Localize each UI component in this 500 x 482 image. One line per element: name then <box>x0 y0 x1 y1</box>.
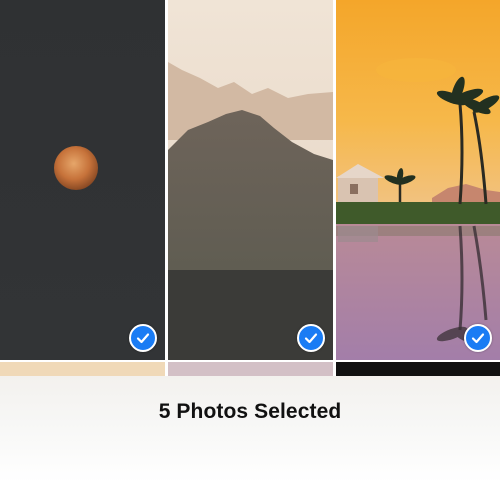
photo-thumbnail-partial[interactable] <box>0 362 165 376</box>
moon-photo <box>0 0 165 360</box>
selected-checkmark-icon[interactable] <box>129 324 157 352</box>
photo-grid <box>0 0 500 376</box>
selected-checkmark-icon[interactable] <box>464 324 492 352</box>
photo-thumbnail-mountains[interactable] <box>168 0 333 360</box>
selection-toolbar: 5 Photos Selected <box>0 376 500 482</box>
mountains-photo <box>168 0 333 360</box>
photo-thumbnail-moon[interactable] <box>0 0 165 360</box>
photo-thumbnail-partial[interactable] <box>336 362 500 376</box>
palm-sunset-photo <box>336 0 500 360</box>
selected-checkmark-icon[interactable] <box>297 324 325 352</box>
photo-thumbnail-palm-sunset[interactable] <box>336 0 500 360</box>
photo-thumbnail-partial[interactable] <box>168 362 333 376</box>
selection-count-label: 5 Photos Selected <box>158 400 342 423</box>
